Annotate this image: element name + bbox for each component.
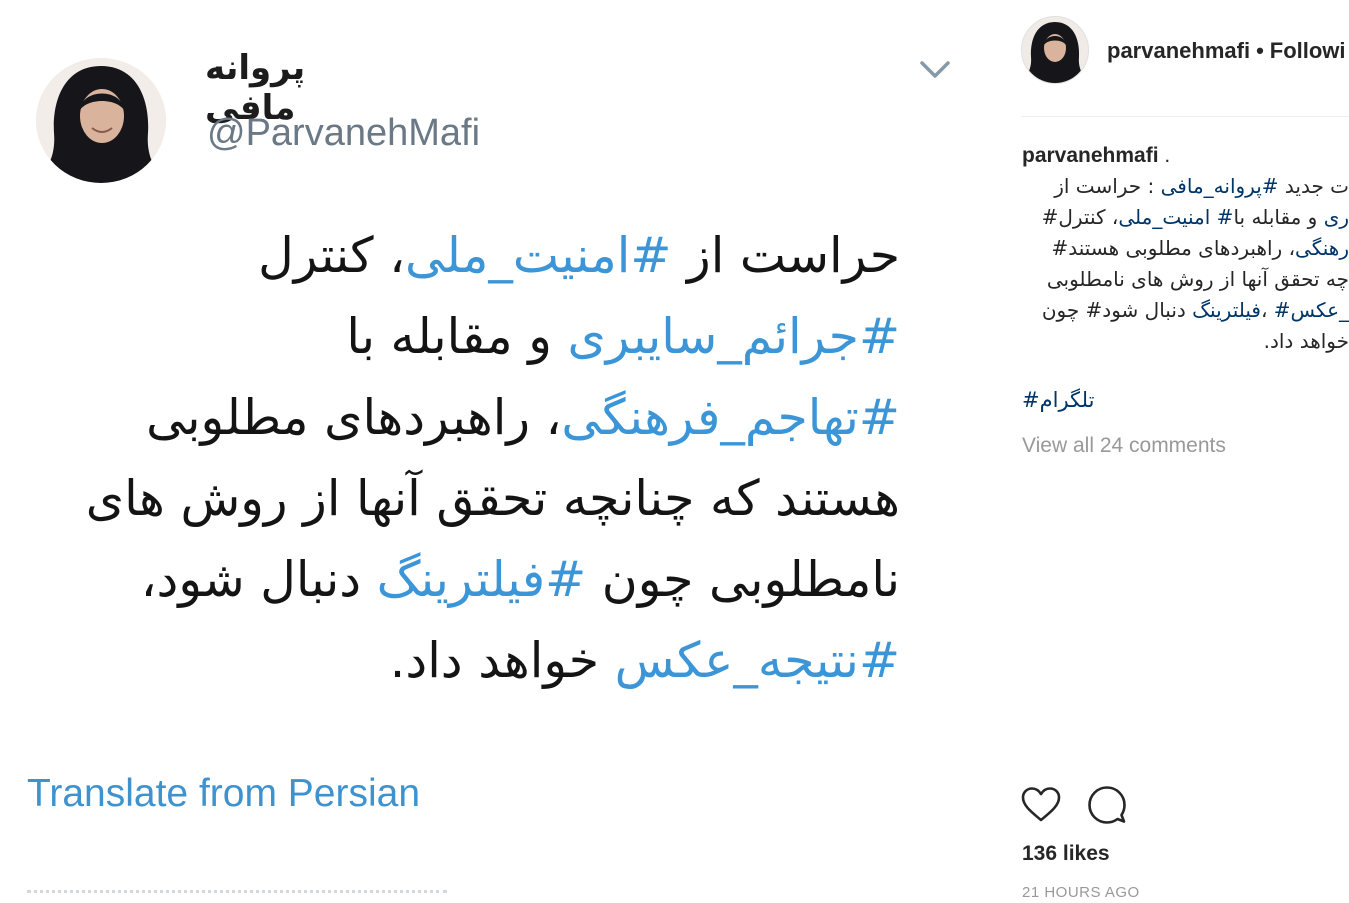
text-line: نامطلوبی چون #فیلترینگ دنبال شود،: [20, 539, 900, 620]
tweet-avatar[interactable]: [36, 58, 166, 183]
post-actions: [1020, 784, 1160, 828]
heart-icon[interactable]: [1020, 784, 1062, 826]
translate-link[interactable]: Translate from Persian: [27, 772, 420, 816]
text-line: رهنگی، راهبردهای مطلوبی هستند#: [1022, 233, 1349, 264]
caption-text-segment: ،: [1260, 298, 1274, 322]
caption-text-segment: چه تحقق آنها از روش های نامطلوبی: [1046, 267, 1349, 291]
caption-text-segment: ت جدید: [1278, 174, 1349, 198]
hashtag-link[interactable]: #امنیت_ملی: [405, 227, 671, 284]
view-all-comments-link[interactable]: View all 24 comments: [1022, 434, 1226, 458]
tweet-card: پروانه مافی @ParvanehMafi حراست از #امنی…: [0, 0, 985, 900]
caption-text-segment: ، کنترل#: [1041, 205, 1119, 229]
tweet-text-segment: نامطلوبی چون: [586, 551, 900, 608]
text-line: چه تحقق آنها از روش های نامطلوبی: [1022, 264, 1349, 295]
hashtag-link[interactable]: #فیلترینگ: [377, 551, 587, 608]
hashtag-link[interactable]: فیلترینگ: [1192, 298, 1261, 322]
hashtag-link[interactable]: ری: [1324, 205, 1349, 229]
hashtag-link[interactable]: _عکس#: [1274, 298, 1349, 322]
tweet-text-segment: خواهد داد.: [389, 632, 615, 689]
text-line: هستند که چنانچه تحقق آنها از روش های: [20, 458, 900, 539]
hashtag-link[interactable]: # امنیت_ملی: [1118, 205, 1233, 229]
hashtag-link[interactable]: #جرائم_سایبری: [567, 308, 900, 365]
post-timestamp: 21 HOURS AGO: [1022, 884, 1140, 901]
hashtag-link[interactable]: #پروانه_مافی: [1161, 174, 1279, 198]
hashtag-link[interactable]: #تلگرام: [1022, 388, 1094, 412]
text-line: #نتیجه_عکس خواهد داد.: [20, 620, 900, 701]
text-line: #جرائم_سایبری و مقابله با: [20, 296, 900, 377]
comment-icon[interactable]: [1086, 784, 1128, 826]
text-line: ت جدید #پروانه_مافی : حراست از: [1022, 171, 1349, 202]
post-caption: ت جدید #پروانه_مافی : حراست از ری و مقابل…: [1022, 171, 1349, 357]
caption-username[interactable]: parvanehmafi: [1022, 144, 1159, 167]
tweet-text-segment: ، راهبردهای مطلوبی: [146, 389, 562, 446]
caption-text-segment: ، راهبردهای مطلوبی هستند#: [1051, 236, 1296, 260]
tweet-text-segment: دنبال شود،: [140, 551, 377, 608]
hashtag-link[interactable]: #نتیجه_عکس: [615, 632, 900, 689]
instagram-avatar[interactable]: [1021, 16, 1089, 84]
tweet-text-segment: و مقابله با: [346, 308, 568, 365]
tweet-text: حراست از #امنیت_ملی، کنترل #جرائم_سایبری …: [20, 215, 900, 701]
caption-text-segment: و مقابله با: [1233, 205, 1324, 229]
caption-author: parvanehmafi .: [1022, 144, 1170, 168]
hashtag-link[interactable]: #تهاجم_فرهنگی: [561, 389, 900, 446]
tweet-author-handle[interactable]: @ParvanehMafi: [207, 112, 480, 155]
tweet-footer-cutoff: [27, 890, 447, 903]
instagram-panel: parvanehmafi • Followi parvanehmafi . ت جد…: [1000, 0, 1349, 901]
instagram-username[interactable]: parvanehmafi: [1107, 38, 1250, 63]
follow-button[interactable]: Followi: [1270, 38, 1346, 63]
header-separator: •: [1256, 38, 1264, 63]
tweet-text-segment: حراست از: [671, 227, 900, 284]
caption-text-segment: خواهد داد.: [1263, 329, 1349, 353]
caption-suffix: .: [1164, 144, 1171, 167]
tweet-text-segment: هستند که چنانچه تحقق آنها از روش های: [85, 470, 900, 527]
text-line: _عکس# ،فیلترینگ دنبال شود# چون: [1022, 295, 1349, 326]
text-line: ری و مقابله با# امنیت_ملی، کنترل#: [1022, 202, 1349, 233]
hashtag-link[interactable]: رهنگی: [1295, 236, 1349, 260]
tweet-text-segment: ، کنترل: [258, 227, 406, 284]
chevron-down-icon[interactable]: [918, 55, 952, 83]
text-line: حراست از #امنیت_ملی، کنترل: [20, 215, 900, 296]
header-divider: [1021, 116, 1349, 117]
caption-text-segment: دنبال شود# چون: [1041, 298, 1193, 322]
caption-text-segment: : حراست از: [1054, 174, 1161, 198]
text-line: #تهاجم_فرهنگی، راهبردهای مطلوبی: [20, 377, 900, 458]
text-line: خواهد داد.: [1022, 326, 1349, 357]
instagram-header: parvanehmafi • Followi: [1107, 38, 1346, 64]
likes-count[interactable]: 136 likes: [1022, 842, 1110, 866]
